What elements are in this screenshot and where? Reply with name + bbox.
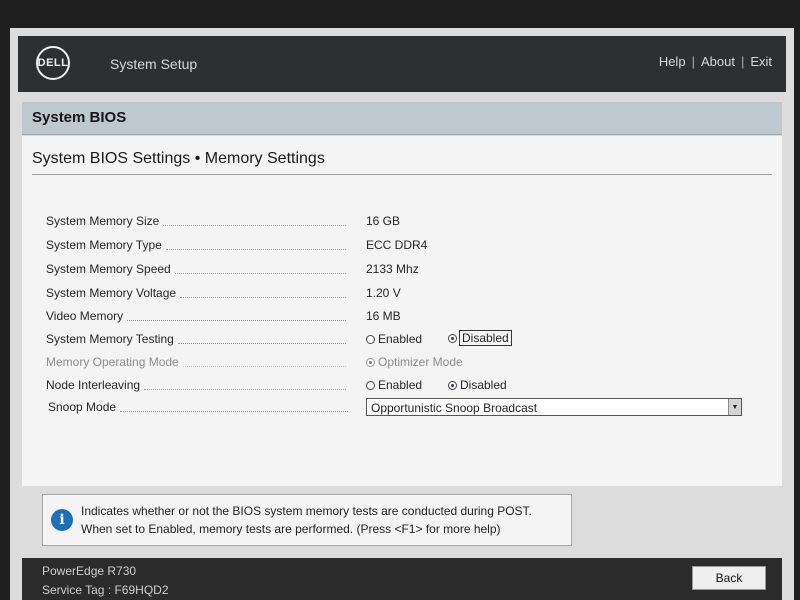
help-box: i Indicates whether or not the BIOS syst… bbox=[42, 494, 572, 546]
setting-row-memory-voltage: System Memory Voltage 1.20 V bbox=[22, 284, 782, 304]
about-link[interactable]: About bbox=[701, 54, 735, 69]
setting-row-video-memory: Video Memory 16 MB bbox=[22, 307, 782, 327]
settings-panel: System BIOS Settings • Memory Settings S… bbox=[22, 136, 782, 486]
optimizer-mode-radio: Optimizer Mode bbox=[366, 355, 463, 369]
system-model: PowerEdge R730 bbox=[42, 564, 137, 578]
setting-row-snoop-mode: Snoop Mode Opportunistic Snoop Broadcast… bbox=[22, 398, 782, 418]
radio-selected-icon bbox=[448, 334, 457, 343]
radio-selected-icon bbox=[448, 381, 457, 390]
radio-selected-icon bbox=[366, 358, 375, 367]
node-interleaving-disabled-radio[interactable]: Disabled bbox=[448, 378, 507, 392]
subtitle-divider bbox=[32, 174, 772, 175]
service-tag: Service Tag : F69HQD2 bbox=[42, 583, 169, 597]
setting-label: System Memory Voltage bbox=[46, 286, 177, 300]
setting-value: 16 GB bbox=[366, 214, 401, 228]
help-area: i Indicates whether or not the BIOS syst… bbox=[22, 486, 782, 558]
info-icon: i bbox=[51, 509, 73, 531]
snoop-mode-value: Opportunistic Snoop Broadcast bbox=[371, 401, 538, 415]
radio-icon bbox=[366, 381, 375, 390]
setting-row-node-interleaving: Node Interleaving Enabled Disabled bbox=[22, 376, 782, 396]
top-links: Help | About | Exit bbox=[658, 54, 772, 69]
setting-label: Video Memory bbox=[46, 309, 124, 323]
setting-row-memory-type: System Memory Type ECC DDR4 bbox=[22, 236, 782, 256]
setting-value: 1.20 V bbox=[366, 286, 401, 300]
top-bar: DELL System Setup Help | About | Exit bbox=[18, 36, 786, 92]
setting-value: 2133 Mhz bbox=[366, 262, 419, 276]
setting-row-operating-mode: Memory Operating Mode Optimizer Mode bbox=[22, 353, 782, 373]
bios-screen: DELL System Setup Help | About | Exit System… bbox=[10, 28, 794, 600]
help-line-2: When set to Enabled, memory tests are pe… bbox=[81, 522, 501, 536]
app-title: System Setup bbox=[110, 56, 198, 72]
setting-label: System Memory Testing bbox=[46, 332, 174, 346]
setting-label: Snoop Mode bbox=[48, 400, 117, 414]
help-text: Indicates whether or not the BIOS system… bbox=[81, 502, 532, 538]
help-line-1: Indicates whether or not the BIOS system… bbox=[81, 504, 532, 518]
setting-row-memory-size: System Memory Size 16 GB bbox=[22, 212, 782, 232]
footer: PowerEdge R730 Service Tag : F69HQD2 Bac… bbox=[22, 558, 782, 600]
setting-label: System Memory Size bbox=[46, 214, 160, 228]
section-title: System BIOS bbox=[32, 109, 127, 126]
setting-value: 16 MB bbox=[366, 309, 401, 323]
dropdown-arrow-icon[interactable]: ▼ bbox=[728, 399, 741, 415]
exit-link[interactable]: Exit bbox=[750, 54, 772, 69]
node-interleaving-enabled-radio[interactable]: Enabled bbox=[366, 378, 422, 392]
setting-label: System Memory Type bbox=[46, 238, 162, 252]
setting-value: ECC DDR4 bbox=[366, 238, 428, 252]
section-header: System BIOS bbox=[22, 102, 782, 135]
page-subtitle: System BIOS Settings • Memory Settings bbox=[32, 150, 325, 167]
help-link[interactable]: Help bbox=[659, 54, 686, 69]
back-button[interactable]: Back bbox=[692, 566, 766, 590]
setting-label: Memory Operating Mode bbox=[46, 355, 179, 369]
snoop-mode-select[interactable]: Opportunistic Snoop Broadcast ▼ bbox=[366, 398, 742, 416]
setting-label: Node Interleaving bbox=[46, 378, 141, 392]
setting-row-memory-testing: System Memory Testing Enabled Disabled bbox=[22, 330, 782, 350]
memory-testing-disabled-radio[interactable]: Disabled bbox=[448, 330, 512, 346]
dell-logo: DELL bbox=[36, 46, 70, 80]
radio-icon bbox=[366, 335, 375, 344]
setting-row-memory-speed: System Memory Speed 2133 Mhz bbox=[22, 260, 782, 280]
setting-label: System Memory Speed bbox=[46, 262, 171, 276]
memory-testing-enabled-radio[interactable]: Enabled bbox=[366, 332, 422, 346]
